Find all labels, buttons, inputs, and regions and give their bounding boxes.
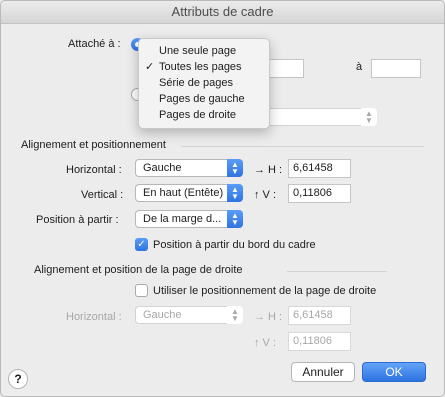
anchor-target-popup[interactable]: ▲ ▼ [263,108,377,126]
right-h-offset-field[interactable]: 6,61458 [288,306,351,325]
help-button[interactable]: ? [8,369,28,389]
window-title: Attributs de cadre [1,1,444,24]
position-from-popup[interactable]: De la marge d... ▲ ▼ [135,210,243,228]
frame-edge-checkbox-label: Position à partir du bord du cadre [153,239,316,251]
use-right-page-checkbox-label: Utiliser le positionnement de la page de… [153,285,377,297]
h-offset-label: → H : [254,164,283,176]
h-offset-field[interactable]: 6,61458 [288,159,351,178]
up-down-chevron-icon: ▲ ▼ [227,210,243,228]
horizontal-popup[interactable]: Gauche ▲ ▼ [135,159,243,177]
right-horizontal-label: Horizontal : [66,311,122,323]
right-h-offset-label: → H : [254,311,283,323]
right-v-offset-label: ↑ V : [254,337,277,349]
right-horizontal-popup-value: Gauche [143,309,182,321]
right-v-offset-field[interactable]: 0,11806 [288,332,351,351]
dialog-window: Attributs de cadre Attaché à : à ▲ ▼ Alig… [0,0,445,397]
attached-to-label: Attaché à : [68,38,121,50]
menu-item-right-pages[interactable]: Pages de droite [139,107,269,123]
frame-edge-checkbox[interactable]: ✓ [135,238,148,251]
anchor-popup-menu: Une seule page ✓ Toutes les pages Série … [138,38,270,129]
alignment-section-title: Alignement et positionnement [21,139,166,151]
section-divider [181,146,424,147]
right-horizontal-popup[interactable]: Gauche ▲ ▼ [135,306,243,324]
menu-item-single-page[interactable]: Une seule page [139,43,269,59]
up-down-chevron-icon: ▲ ▼ [227,159,243,177]
ok-button[interactable]: OK [362,362,426,382]
position-from-popup-value: De la marge d... [143,213,222,225]
menu-item-page-range[interactable]: Série de pages [139,75,269,91]
cancel-button[interactable]: Annuler [291,362,355,382]
range-to-label: à [356,61,363,73]
right-page-section-title: Alignement et position de la page de dro… [34,264,243,276]
use-right-page-checkbox[interactable] [135,284,148,297]
range-to-field[interactable] [371,59,421,78]
section-divider [287,271,387,272]
horizontal-popup-value: Gauche [143,162,182,174]
check-icon: ✓ [145,61,155,73]
up-down-chevron-icon: ▲ ▼ [227,306,243,324]
v-offset-label: ↑ V : [254,189,277,201]
vertical-popup[interactable]: En haut (Entête) ▲ ▼ [135,184,243,202]
vertical-popup-value: En haut (Entête) [143,187,224,199]
menu-item-all-pages[interactable]: ✓ Toutes les pages [139,59,269,75]
menu-item-left-pages[interactable]: Pages de gauche [139,91,269,107]
up-down-chevron-icon: ▲ ▼ [361,108,377,126]
up-down-chevron-icon: ▲ ▼ [227,184,243,202]
position-from-label: Position à partir : [36,214,119,226]
horizontal-label: Horizontal : [66,164,122,176]
v-offset-field[interactable]: 0,11806 [288,184,351,203]
vertical-label: Vertical : [81,189,124,201]
